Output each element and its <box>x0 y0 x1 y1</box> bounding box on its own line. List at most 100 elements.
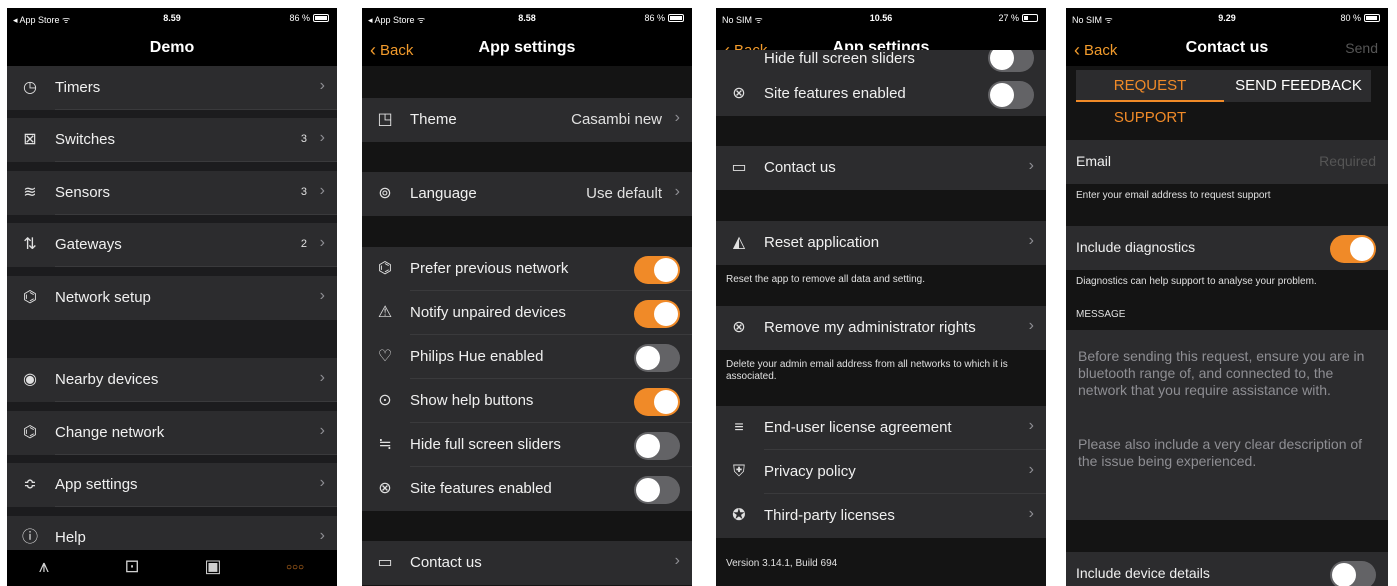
battery-indicator: 80 % <box>1340 13 1380 23</box>
chevron-right-icon: › <box>1028 461 1034 478</box>
screen-app-settings-scrolled: No SIM ᯤ 10.56 27 % ‹Back App settings H… <box>716 8 1046 586</box>
email-row[interactable]: Email Required <box>1066 140 1388 184</box>
chevron-right-icon: › <box>319 77 325 94</box>
send-button[interactable]: Send <box>1345 40 1378 56</box>
chevron-right-icon: › <box>1028 317 1034 334</box>
count-badge: 3 <box>300 186 307 198</box>
hide-sliders-toggle[interactable] <box>988 50 1034 72</box>
contact-us-row[interactable]: ▭ Contact us › <box>362 541 692 585</box>
reset-application-row[interactable]: ◭ Reset application › <box>716 221 1046 265</box>
shield-icon: ⛨ <box>732 463 745 480</box>
status-bar: ◂ App Store ᯤ 8.58 86 % <box>362 8 692 30</box>
menu-item-nearby-devices[interactable]: ◉ Nearby devices › <box>7 358 337 402</box>
chevron-right-icon: › <box>319 474 325 491</box>
remove-admin-row[interactable]: ⊗ Remove my administrator rights › <box>716 306 1046 350</box>
theme-value: Casambi new <box>571 111 662 128</box>
diagnostics-toggle[interactable] <box>1330 235 1376 263</box>
reset-icon: ◭ <box>732 234 746 251</box>
language-value: Use default <box>586 185 662 202</box>
toggle-row-philips-hue: ♡ Philips Hue enabled <box>362 335 692 379</box>
gateway-icon: ⇅ <box>23 236 37 253</box>
screen-app-settings: ◂ App Store ᯤ 8.58 86 % ‹ Back App settin… <box>362 8 692 586</box>
page-title: Contact us <box>1185 39 1269 56</box>
switch-icon: ⊠ <box>23 131 37 148</box>
chevron-right-icon: › <box>1028 157 1034 174</box>
menu-item-sensors[interactable]: ≋ Sensors 3 › <box>7 171 337 215</box>
show-help-toggle[interactable] <box>634 388 680 416</box>
chevron-right-icon: › <box>319 527 325 544</box>
site-features-toggle[interactable] <box>988 81 1034 109</box>
chevron-right-icon: › <box>1028 417 1034 434</box>
toggle-row-site-features: ⊗ Site features enabled <box>362 467 692 511</box>
sensor-icon: ≋ <box>23 184 37 201</box>
eula-row[interactable]: ≡ End-user license agreement › <box>716 406 1046 450</box>
tab-send-feedback[interactable]: SEND FEEDBACK <box>1226 70 1371 102</box>
count-badge: 3 <box>300 133 307 145</box>
chevron-right-icon: › <box>319 422 325 439</box>
toggle-row-hide-sliders: ≒ Hide full screen sliders <box>362 423 692 467</box>
diagnostics-row: Include diagnostics <box>1066 226 1388 270</box>
network-icon: ⌬ <box>378 260 392 277</box>
toggle-row-prefer-previous-network: ⌬ Prefer previous network <box>362 247 692 291</box>
battery-indicator: 86 % <box>289 13 329 23</box>
privacy-policy-row[interactable]: ⛨ Privacy policy › <box>716 450 1046 494</box>
status-bar: No SIM ᯤ 10.56 27 % <box>716 8 1046 30</box>
theme-row[interactable]: ◳ Theme Casambi new › <box>362 98 692 142</box>
device-details-toggle[interactable] <box>1330 561 1376 586</box>
hide-sliders-toggle[interactable] <box>634 432 680 460</box>
site-icon: ⊗ <box>732 85 746 102</box>
email-note: Enter your email address to request supp… <box>1076 190 1271 201</box>
status-bar: No SIM ᯤ 9.29 80 % <box>1066 8 1388 30</box>
battery-icon <box>1364 14 1380 22</box>
chevron-right-icon: › <box>674 552 680 569</box>
nearby-icon: ◉ <box>23 371 37 388</box>
status-time: 8.59 <box>163 13 181 23</box>
notify-unpaired-toggle[interactable] <box>634 300 680 328</box>
contact-us-row[interactable]: ▭ Contact us › <box>716 146 1046 190</box>
info-icon: ⓘ <box>21 529 38 546</box>
chat-icon: ▭ <box>377 554 393 571</box>
more-icon[interactable]: ○○○ <box>282 562 308 584</box>
menu-item-app-settings[interactable]: ≎ App settings › <box>7 463 337 507</box>
language-icon: ⊚ <box>378 185 392 202</box>
screen-demo-menu: ◂ App Store ᯤ 8.59 86 % Demo ◷ Timers › … <box>7 8 337 586</box>
menu-item-timers[interactable]: ◷ Timers › <box>7 66 337 110</box>
tab-request-support[interactable]: REQUEST SUPPORT <box>1076 70 1224 126</box>
theme-icon: ◳ <box>377 111 393 128</box>
status-time: 10.56 <box>869 13 893 23</box>
site-icon: ⊗ <box>378 480 392 497</box>
remove-circle-icon: ⊗ <box>732 319 746 336</box>
menu-item-change-network[interactable]: ⌬ Change network › <box>7 411 337 455</box>
page-title: Demo <box>149 39 195 56</box>
language-row[interactable]: ⊚ Language Use default › <box>362 172 692 216</box>
toggle-row-site-features: ⊗ Site features enabled <box>716 72 1046 116</box>
scenes-icon[interactable]: ▣ <box>200 556 226 578</box>
chevron-right-icon: › <box>319 234 325 251</box>
nav-bar: ‹ Back Contact us Send <box>1066 30 1388 66</box>
status-bar: ◂ App Store ᯤ 8.59 86 % <box>7 8 337 30</box>
menu-item-gateways[interactable]: ⇅ Gateways 2 › <box>7 223 337 267</box>
status-time: 8.58 <box>518 13 536 23</box>
message-textarea[interactable]: Before sending this request, ensure you … <box>1066 330 1388 520</box>
site-features-toggle[interactable] <box>634 476 680 504</box>
email-field[interactable]: Required <box>1319 153 1376 169</box>
version-label: Version 3.14.1, Build 694 <box>726 558 838 569</box>
sliders-icon: ≒ <box>378 436 392 453</box>
device-details-row: Include device details <box>1066 552 1388 586</box>
settings-sliders-icon: ≎ <box>23 476 37 493</box>
gallery-icon[interactable]: ⊡ <box>119 556 145 578</box>
tab-bar: ⩚ ⊡ ▣ ○○○ <box>7 550 337 586</box>
philips-hue-toggle[interactable] <box>634 344 680 372</box>
menu-item-network-setup[interactable]: ⌬ Network setup › <box>7 276 337 320</box>
chevron-right-icon: › <box>319 287 325 304</box>
toggle-row-notify-unpaired: ⚠ Notify unpaired devices <box>362 291 692 335</box>
battery-icon <box>313 14 329 22</box>
prefer-network-toggle[interactable] <box>634 256 680 284</box>
third-party-licenses-row[interactable]: ✪ Third-party licenses › <box>716 494 1046 538</box>
lamp-icon[interactable]: ⩚ <box>31 556 57 578</box>
chevron-right-icon: › <box>1028 505 1034 522</box>
menu-item-switches[interactable]: ⊠ Switches 3 › <box>7 118 337 162</box>
chevron-right-icon: › <box>319 369 325 386</box>
message-header: MESSAGE <box>1076 309 1126 320</box>
diagnostics-note: Diagnostics can help support to analyse … <box>1076 276 1317 287</box>
